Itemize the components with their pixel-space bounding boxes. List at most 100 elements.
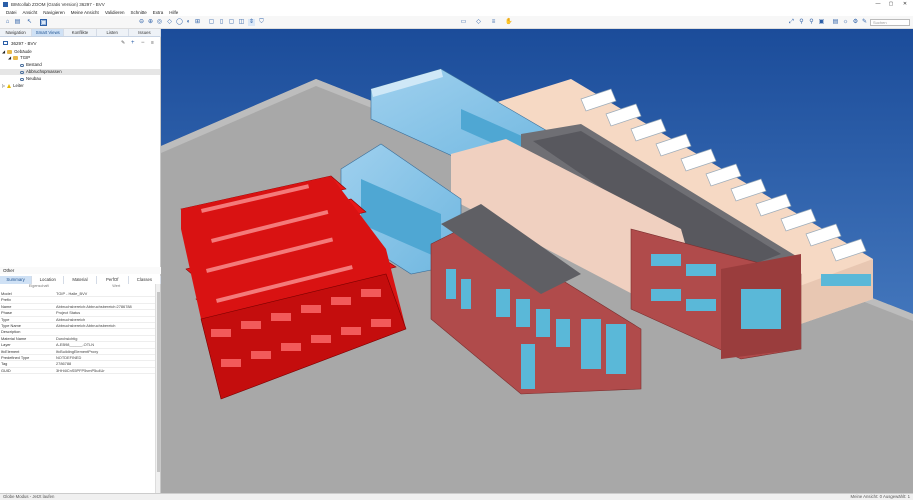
menu-item-validieren[interactable]: Validieren xyxy=(105,10,125,15)
eye-icon xyxy=(20,70,24,74)
search-input[interactable]: Suchen xyxy=(870,19,910,26)
model-label: 36297 - BVV xyxy=(11,40,37,46)
clipping-icon[interactable]: ▣ xyxy=(818,19,825,26)
tab-location[interactable]: Location xyxy=(32,276,65,284)
comment-icon[interactable]: ✎ xyxy=(861,19,868,26)
zoom-all-icon[interactable]: ⚲ xyxy=(808,19,815,26)
left-tab-bar: Navigation Smart Views Konflikte Listen … xyxy=(0,29,162,37)
zoom-window-icon[interactable]: ⚲ xyxy=(798,19,805,26)
expand-icon[interactable]: ◢ xyxy=(2,49,5,55)
properties-table: Model TGIP - Halle_BVV Prefix Name Abbruchsb… xyxy=(0,291,155,375)
sawtooth-window-band xyxy=(821,274,871,286)
scrollbar-thumb[interactable] xyxy=(157,292,160,472)
eye-icon xyxy=(20,63,24,67)
view-fit-icon[interactable]: ◎ xyxy=(156,19,163,26)
edit-icon[interactable]: ✎ xyxy=(121,40,125,46)
settings-icon[interactable]: ⚙ xyxy=(852,19,859,26)
fly-icon[interactable]: ◇ xyxy=(475,19,482,26)
menu-item-hilfe[interactable]: Hilfe xyxy=(169,10,178,15)
menu-item-datei[interactable]: Datei xyxy=(6,10,17,15)
tab-listen[interactable]: Listen xyxy=(97,29,129,36)
property-key: GUID xyxy=(0,367,55,375)
filter-icon[interactable]: ⛉ xyxy=(258,19,265,26)
properties-scrollbar[interactable] xyxy=(155,284,160,500)
column-value: Wert xyxy=(112,284,121,288)
close-icon[interactable]: ✕ xyxy=(898,0,912,8)
cursor-icon[interactable]: ↖ xyxy=(26,19,33,26)
view-top-icon[interactable]: ▢ xyxy=(228,19,235,26)
zoom-out-icon[interactable]: ⊖ xyxy=(138,19,145,26)
window-title: BIMcollab ZOOM (Gratis Version) 36297 - … xyxy=(11,1,105,7)
tree-item-bestand[interactable]: Bestand xyxy=(20,62,160,68)
tab-classes[interactable]: Classes xyxy=(129,276,162,284)
folder-icon xyxy=(13,56,19,60)
tree-item-label: Bestand xyxy=(26,62,42,67)
tree-item-label: Neubau xyxy=(26,76,42,81)
properties-column-header: Eigenschaft Wert xyxy=(0,284,155,289)
toolbar: ⌂ ▤ ↖ ▢ ⊖ ⊕ ◎ ◇ ◯ ◐ ⊞ ▢ ▯ ▢ ◫ ⇕ ⛉ ▭ ◇ ≡ … xyxy=(0,16,913,29)
menu-item-schnitte[interactable]: Schnitte xyxy=(131,10,147,15)
add-icon[interactable]: + xyxy=(131,40,135,46)
model-bar: 36297 - BVV ✎ + − ≡ xyxy=(0,39,161,47)
sun-icon[interactable]: ☼ xyxy=(842,19,849,26)
tree-item-abbruch[interactable]: Abbruchspmassen xyxy=(0,69,160,75)
tab-issues[interactable]: Issues xyxy=(129,29,162,36)
tree-item-neubau[interactable]: Neubau xyxy=(20,76,160,82)
app-icon xyxy=(3,1,8,7)
collapse-icon[interactable]: ▷ xyxy=(2,83,5,89)
tab-smart-views[interactable]: Smart Views xyxy=(32,29,65,36)
tab-navigation[interactable]: Navigation xyxy=(0,29,33,36)
left-pane: Navigation Smart Views Konflikte Listen … xyxy=(0,29,162,500)
3d-viewport[interactable] xyxy=(161,29,913,493)
walk-icon[interactable]: ▭ xyxy=(460,19,467,26)
zoom-in-icon[interactable]: ⊕ xyxy=(147,19,154,26)
eye-icon xyxy=(20,77,24,81)
layers-icon[interactable]: ≡ xyxy=(490,19,497,26)
warning-icon xyxy=(7,84,12,88)
status-left: Globe Modus - Jetzt laufen xyxy=(3,494,55,499)
menu-item-navigieren[interactable]: Navigieren xyxy=(43,10,65,15)
maximize-icon[interactable]: ▢ xyxy=(884,0,898,8)
screenshot-icon[interactable]: ▤ xyxy=(832,19,839,26)
tab-summary[interactable]: Summary xyxy=(0,276,33,284)
menu-item-ansicht[interactable]: Ansicht xyxy=(23,10,38,15)
status-bar: Globe Modus - Jetzt laufen Meine Ansicht… xyxy=(0,493,913,500)
tree-item-label: TGIP xyxy=(20,55,31,60)
view-side-icon[interactable]: ▯ xyxy=(218,19,225,26)
title-bar: BIMcollab ZOOM (Gratis Version) 36297 - … xyxy=(0,0,913,8)
tree-item-tgip[interactable]: ◢ TGIP xyxy=(8,55,160,61)
home-icon[interactable]: ⌂ xyxy=(4,19,11,26)
minimize-icon[interactable]: — xyxy=(871,0,885,8)
column-property: Eigenschaft xyxy=(28,284,49,288)
section-icon[interactable]: ◯ xyxy=(176,19,183,26)
view-cube-icon[interactable]: ⊞ xyxy=(194,19,201,26)
folder-icon xyxy=(7,50,13,54)
hide-icon[interactable]: ◐ xyxy=(185,19,192,26)
fullscreen-icon[interactable]: ⤢ xyxy=(788,19,795,26)
model-icon xyxy=(3,41,8,45)
tab-partof[interactable]: PerfOf xyxy=(97,276,129,284)
open-icon[interactable]: ▤ xyxy=(14,19,21,26)
table-row[interactable]: GUID 3HH4iCnS5PFP5vmP5u4Ur xyxy=(0,367,155,375)
view-front-icon[interactable]: ▢ xyxy=(208,19,215,26)
model-scene[interactable] xyxy=(161,29,913,493)
view-iso-icon[interactable]: ◫ xyxy=(238,19,245,26)
measure-icon[interactable]: ⇕ xyxy=(248,19,255,26)
properties-tab-bar: Summary Location Material PerfOf Classes xyxy=(0,276,162,284)
tree-item-leiter[interactable]: ▷ Leiter xyxy=(2,83,160,89)
orbit-icon[interactable]: ◇ xyxy=(166,19,173,26)
tree-item-label: Leiter xyxy=(13,83,24,88)
menu-bar: Datei Ansicht Navigieren Meine Ansicht V… xyxy=(0,8,913,16)
hand-icon[interactable]: ✋ xyxy=(505,19,512,26)
tab-konflikte[interactable]: Konflikte xyxy=(64,29,97,36)
status-right: Meine Ansicht: 0 Ausgewählt: 1 xyxy=(850,494,910,499)
tab-material[interactable]: Material xyxy=(64,276,97,284)
menu-item-meine-ansicht[interactable]: Meine Ansicht xyxy=(71,10,99,15)
expand-icon[interactable]: ◢ xyxy=(8,55,11,61)
menu-item-extra[interactable]: Extra xyxy=(153,10,164,15)
select-mode-icon[interactable]: ▢ xyxy=(40,19,47,26)
remove-icon[interactable]: − xyxy=(141,40,145,46)
options-icon[interactable]: ≡ xyxy=(151,40,154,46)
right-hall-gable-window xyxy=(741,289,781,329)
property-value: 3HH4iCnS5PFP5vmP5u4Ur xyxy=(55,367,155,375)
